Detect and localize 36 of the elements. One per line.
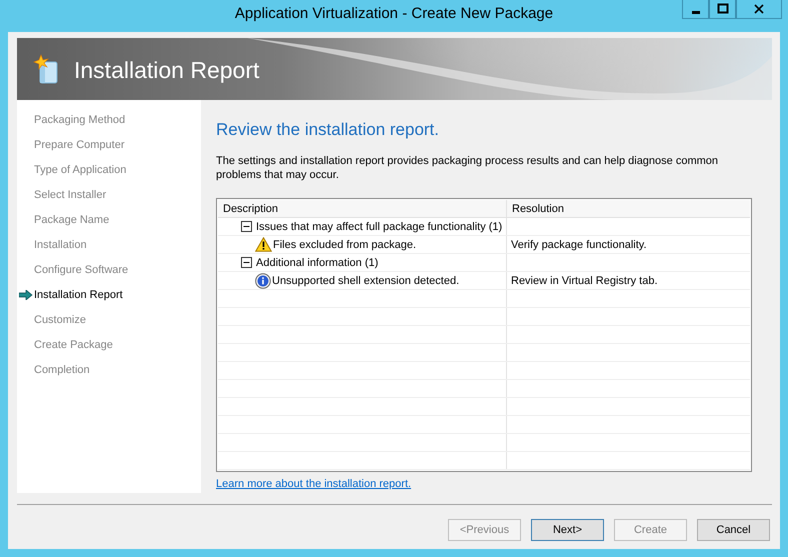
wizard-step[interactable]: Type of Application	[34, 164, 126, 176]
page-title: Installation Report	[74, 56, 260, 84]
wizard-step[interactable]: Package Name	[34, 214, 110, 226]
wizard-button[interactable]: Cancel	[697, 519, 770, 541]
warning-icon	[255, 237, 272, 252]
close-button[interactable]	[736, 0, 782, 19]
arrow-icon	[19, 290, 33, 300]
column-header[interactable]: Resolution	[507, 200, 750, 217]
wizard-step[interactable]: Packaging Method	[34, 114, 126, 126]
wizard-step[interactable]: Completion	[34, 364, 90, 376]
group-label: Additional information (1)	[256, 256, 378, 268]
group-label: Issues that may affect full package functionality (1)	[256, 220, 502, 232]
help-link[interactable]: Learn more about the installation report.	[216, 478, 412, 490]
issue-description: Files excluded from package.	[273, 238, 416, 250]
close-icon	[753, 3, 765, 15]
maximize-icon	[716, 3, 728, 15]
wizard-step[interactable]: Customize	[34, 314, 86, 326]
wizard-step[interactable]: Installation	[34, 238, 87, 250]
issue-resolution: Verify package functionality.	[511, 238, 647, 250]
wizard-step[interactable]: Prepare Computer	[34, 138, 124, 150]
wizard-step[interactable]: Installation Report	[34, 288, 123, 300]
issue-resolution: Review in Virtual Registry tab.	[511, 274, 658, 286]
intro-text: The settings and installation report provides packaging process results and can help diagnose common problems that may occur.	[216, 154, 720, 182]
wizard-step[interactable]: Configure Software	[34, 264, 128, 276]
collapse-icon[interactable]	[241, 221, 252, 232]
collapse-icon[interactable]	[241, 257, 252, 268]
section-heading: Review the installation report.	[216, 120, 440, 140]
minimize-icon	[692, 10, 700, 14]
wizard-step[interactable]: Create Package	[34, 338, 113, 350]
issue-description: Unsupported shell extension detected.	[272, 274, 460, 286]
wizard-step[interactable]: Select Installer	[34, 188, 106, 200]
column-header[interactable]: Description	[218, 200, 507, 217]
maximize-button[interactable]	[709, 0, 736, 19]
window-title: Application Virtualization - Create New Package	[234, 4, 554, 22]
minimize-button[interactable]	[682, 0, 709, 19]
wizard-button[interactable]: Next>	[531, 519, 604, 541]
